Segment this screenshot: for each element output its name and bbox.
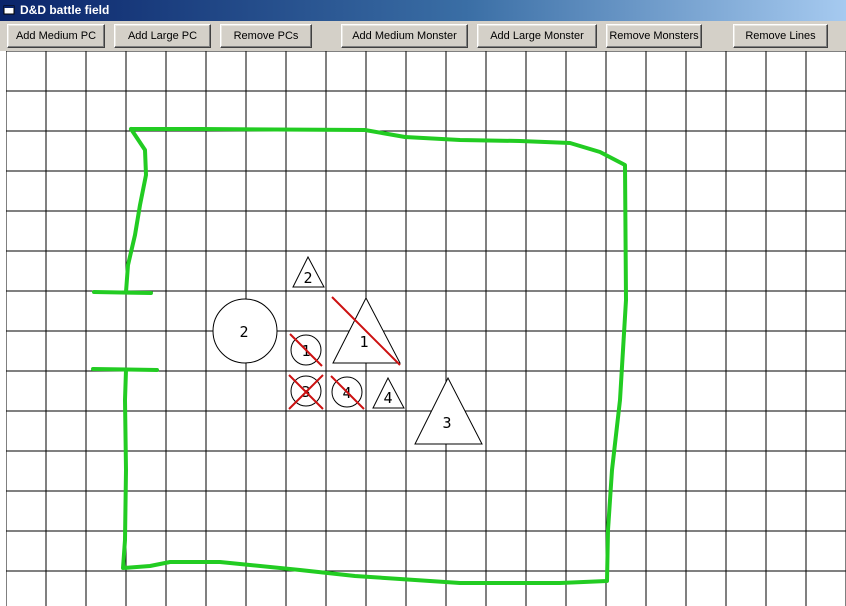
pc-token-3[interactable]: 3	[288, 374, 324, 410]
monster-label: 1	[359, 333, 368, 351]
window-title: D&D battle field	[20, 3, 110, 17]
pc-token-1[interactable]: 1	[289, 333, 323, 367]
remove-lines-button[interactable]: Remove Lines	[733, 24, 828, 48]
pc-label: 2	[239, 323, 248, 341]
monster-token-4[interactable]: 4	[372, 376, 405, 409]
wall-line[interactable]	[92, 290, 153, 295]
wall-line[interactable]	[91, 367, 159, 372]
add-large-pc-button[interactable]: Add Large PC	[114, 24, 211, 48]
grid-lines	[6, 51, 846, 606]
battle-grid[interactable]: 2 1 3 4 2 1 4	[6, 51, 846, 606]
app-icon	[3, 5, 15, 15]
monster-label: 2	[303, 269, 312, 287]
monster-label: 4	[383, 389, 392, 407]
monster-label: 3	[442, 414, 451, 432]
remove-pcs-button[interactable]: Remove PCs	[220, 24, 312, 48]
pc-token-2[interactable]: 2	[212, 298, 278, 364]
toolbar: Add Medium PC Add Large PC Remove PCs Ad…	[0, 21, 846, 51]
battle-grid-canvas[interactable]: 2 1 3 4 2 1 4	[6, 51, 846, 606]
title-bar: D&D battle field	[0, 0, 846, 21]
remove-monsters-button[interactable]: Remove Monsters	[606, 24, 702, 48]
monster-token-2[interactable]: 2	[292, 255, 325, 288]
add-medium-monster-button[interactable]: Add Medium Monster	[341, 24, 468, 48]
pc-token-4[interactable]: 4	[330, 375, 365, 410]
add-large-monster-button[interactable]: Add Large Monster	[477, 24, 597, 48]
add-medium-pc-button[interactable]: Add Medium PC	[7, 24, 105, 48]
